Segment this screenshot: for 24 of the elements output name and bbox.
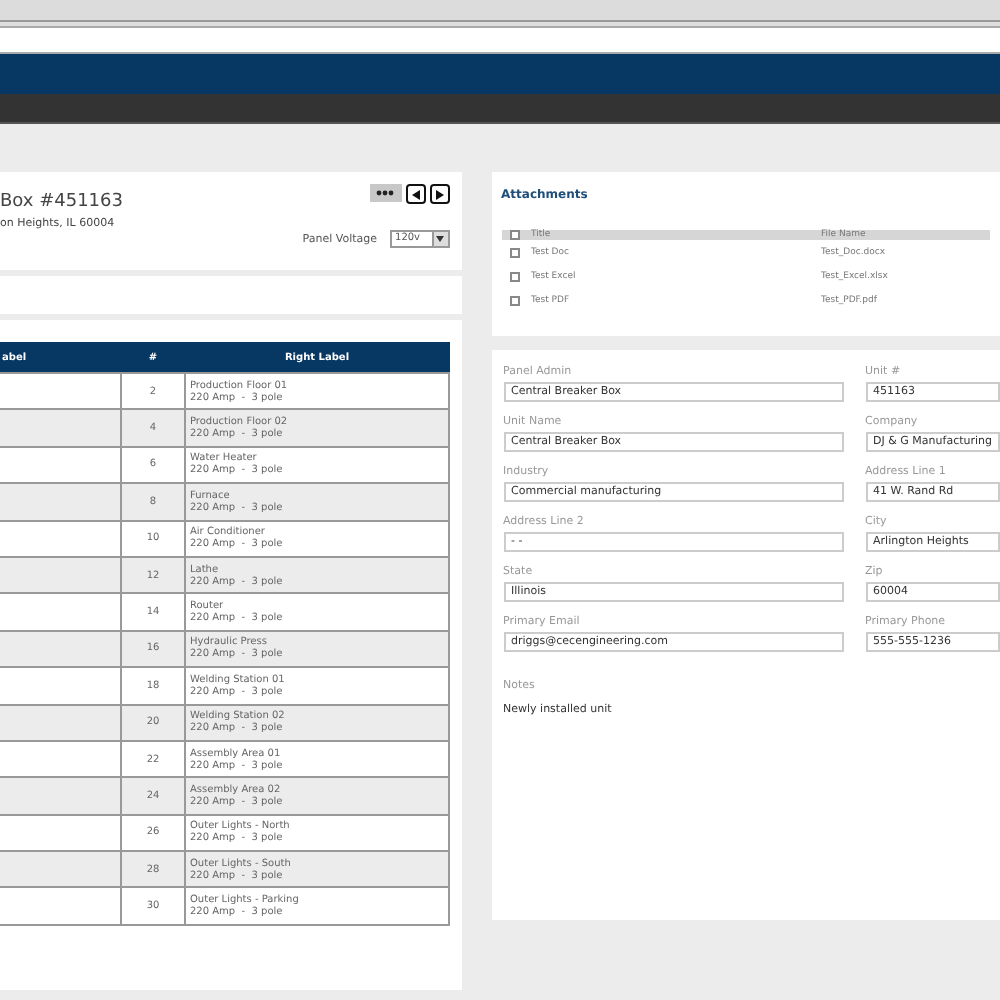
- left-triangle-icon: [411, 189, 420, 199]
- table-cell: [0, 520, 121, 557]
- table-cell: [0, 887, 121, 925]
- table-cell: [0, 483, 121, 521]
- caret-icon: [436, 236, 445, 242]
- previous-button[interactable]: [405, 184, 426, 204]
- row-checkbox[interactable]: [509, 271, 520, 281]
- row-checkbox[interactable]: [509, 247, 520, 257]
- table-cell: [0, 777, 121, 815]
- right-triangle-icon: [435, 189, 444, 199]
- address-bar[interactable]: [0, 26, 1000, 54]
- table-cell: [0, 704, 121, 741]
- table-cell: [0, 630, 121, 668]
- table-cell: [0, 556, 121, 594]
- next-button[interactable]: [429, 184, 450, 204]
- table-cell: [0, 667, 121, 705]
- table-cell: [0, 593, 121, 631]
- dots-icon: [376, 190, 395, 196]
- table-cell: [0, 409, 121, 447]
- row-checkbox[interactable]: [509, 295, 520, 305]
- panel-title: Box #451163: [0, 192, 123, 212]
- more-button[interactable]: [369, 184, 402, 202]
- select-all-checkbox[interactable]: [509, 230, 520, 240]
- table-cell: [0, 851, 121, 888]
